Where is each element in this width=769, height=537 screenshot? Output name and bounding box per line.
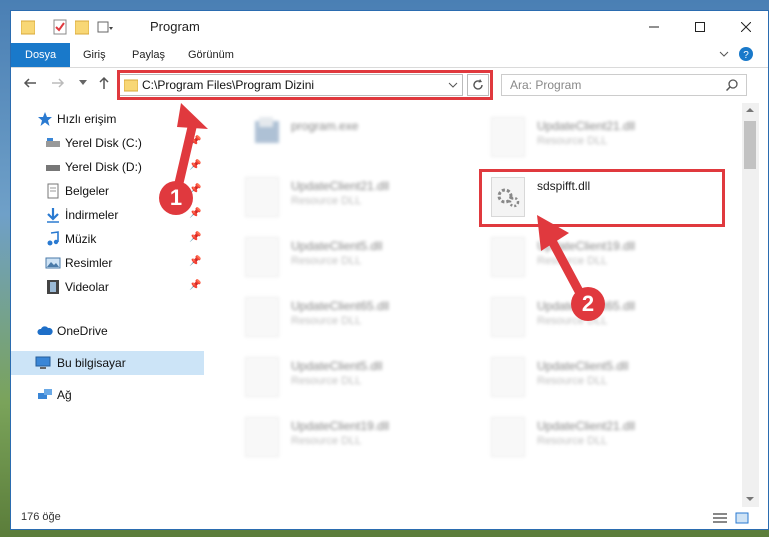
- arrow-to-address: [174, 118, 198, 188]
- step-one-badge: 1: [159, 181, 193, 215]
- step-two-badge: 2: [571, 287, 605, 321]
- arrow-to-file: [546, 234, 586, 300]
- explorer-window: Program Dosya Giriş Paylaş Görünüm ? C:\…: [10, 10, 769, 530]
- arrow-head-address: [177, 103, 208, 129]
- callout-arrows: [174, 103, 586, 300]
